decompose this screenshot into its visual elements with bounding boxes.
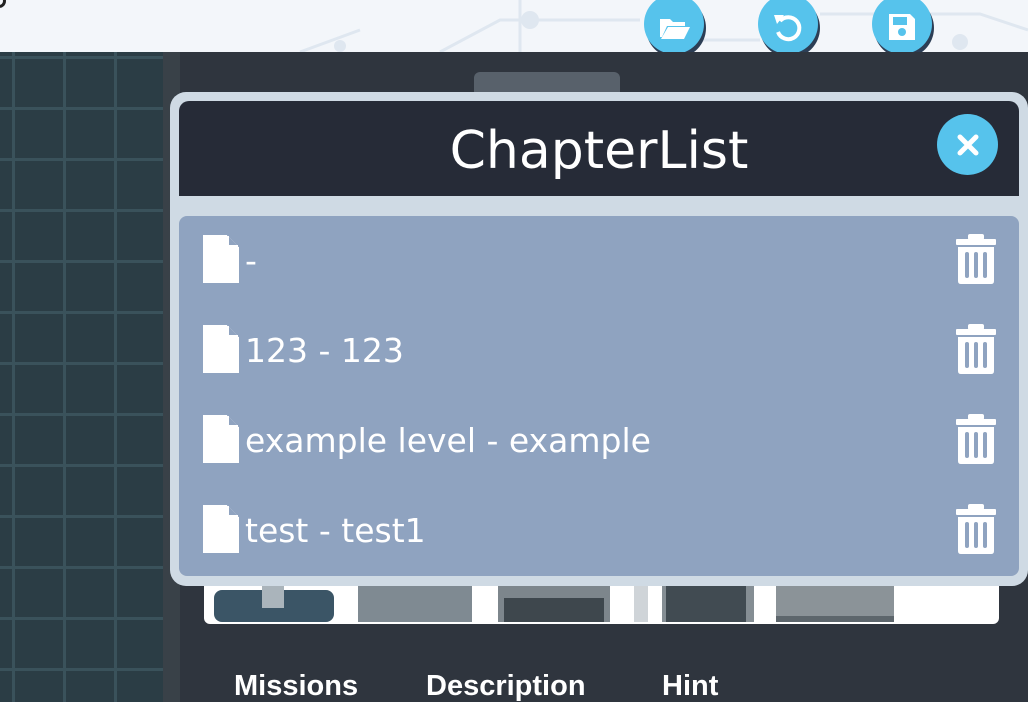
chapter-item[interactable]: example level - example <box>179 396 1019 486</box>
modal-title: ChapterList <box>449 121 749 181</box>
top-toolbar <box>0 0 1028 52</box>
save-button[interactable] <box>872 0 932 52</box>
file-icon <box>203 415 239 463</box>
chapter-item-label: 123 - 123 <box>245 331 404 370</box>
trash-icon[interactable] <box>954 413 998 465</box>
file-icon <box>203 235 239 283</box>
chapter-item-label: example level - example <box>245 421 651 460</box>
modal-header: ChapterList <box>179 101 1019 196</box>
trash-icon[interactable] <box>954 503 998 555</box>
trash-icon[interactable] <box>954 323 998 375</box>
file-icon <box>203 325 239 373</box>
open-folder-icon <box>660 19 690 39</box>
chapter-item[interactable]: 123 - 123 <box>179 306 1019 396</box>
trash-icon[interactable] <box>954 233 998 285</box>
chapter-list-modal: ChapterList - 123 - 123 example level - … <box>170 92 1028 586</box>
open-folder-button[interactable] <box>644 0 704 52</box>
save-icon <box>889 14 915 40</box>
close-icon <box>957 134 978 155</box>
chapter-item-label: - <box>245 241 257 280</box>
level-grid-canvas[interactable] <box>0 52 180 702</box>
tab-hint[interactable]: Hint <box>662 670 718 702</box>
undo-button[interactable] <box>758 0 818 52</box>
chapter-item[interactable]: - <box>179 216 1019 306</box>
close-button[interactable] <box>937 114 998 175</box>
editor-tabs: Missions Description Hint <box>0 670 1028 702</box>
tab-description[interactable]: Description <box>426 670 586 702</box>
file-icon <box>203 505 239 553</box>
chapter-list: - 123 - 123 example level - example test… <box>179 216 1019 576</box>
undo-icon <box>774 15 802 42</box>
chapter-item-label: test - test1 <box>245 511 426 550</box>
tab-missions[interactable]: Missions <box>234 670 358 702</box>
chapter-item[interactable]: test - test1 <box>179 486 1019 576</box>
